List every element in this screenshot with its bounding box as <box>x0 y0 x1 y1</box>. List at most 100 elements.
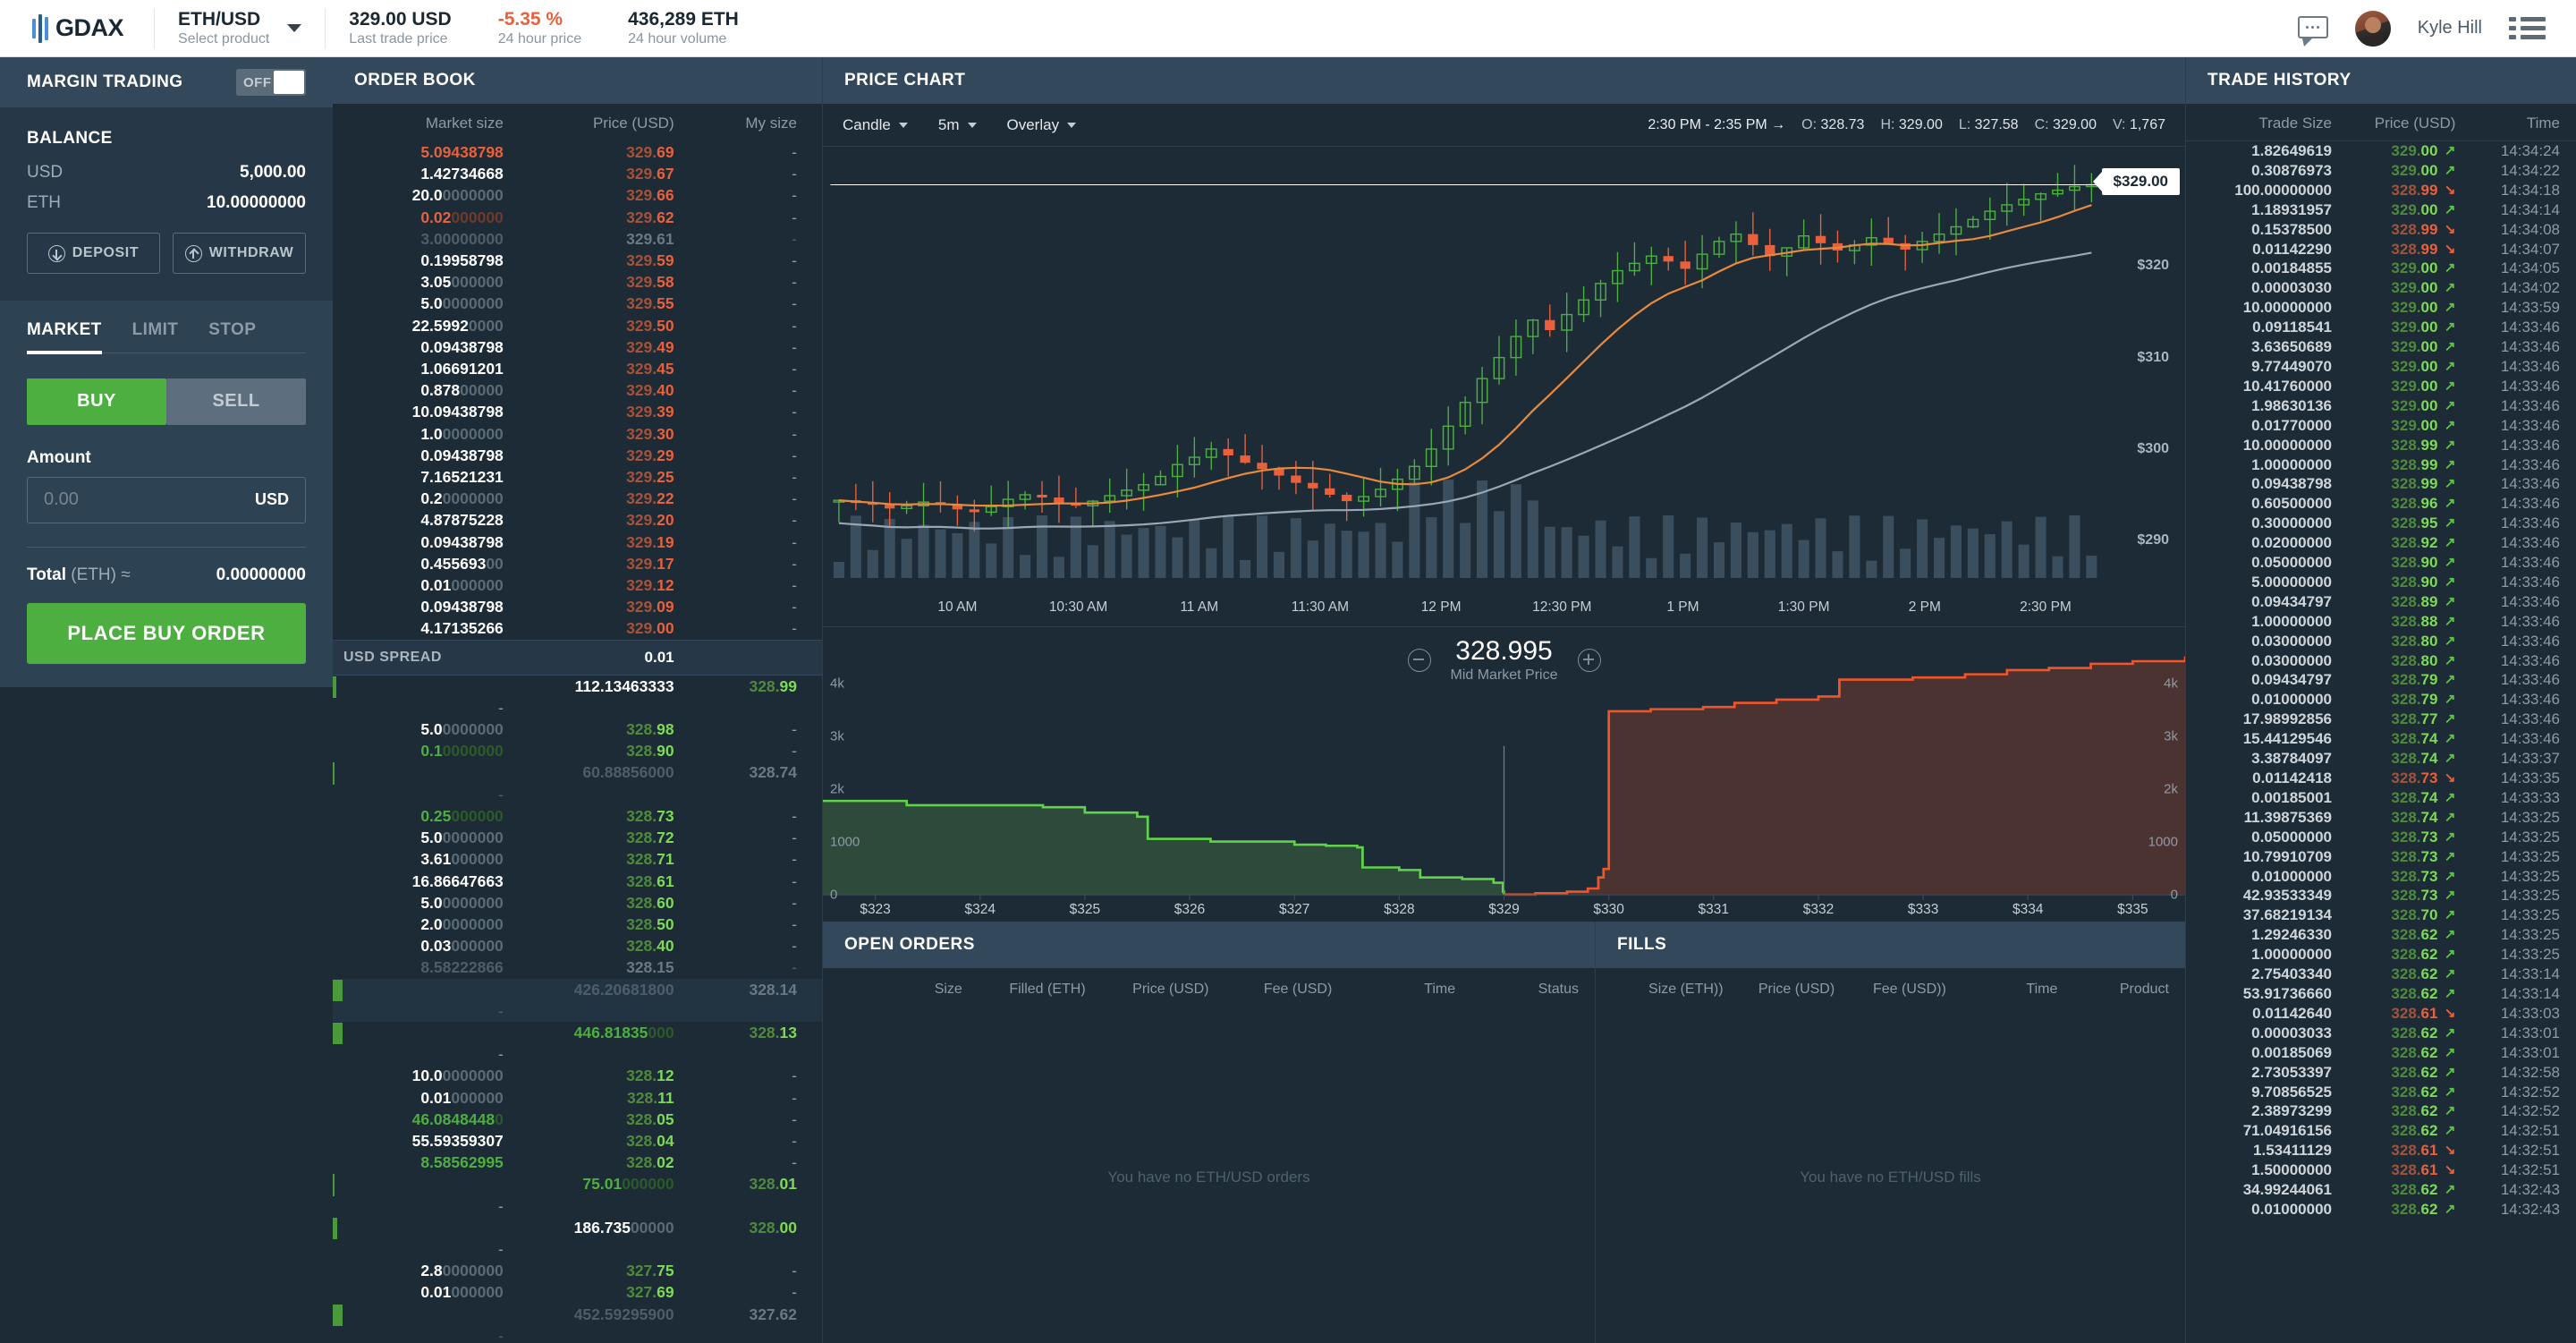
brand-logo[interactable]: GDAX <box>0 13 154 43</box>
trade-time: 14:33:25 <box>2500 926 2560 944</box>
trade-size: 15.44129546 <box>2242 730 2332 748</box>
order-book-row[interactable]: 0.01000000 329.12 - <box>333 574 822 596</box>
order-book-row[interactable]: 446.81835000 328.13 - <box>333 1022 822 1065</box>
chart-overlay-dropdown[interactable]: Overlay <box>1007 116 1077 134</box>
order-book-row[interactable]: 4.17135266 329.00 - <box>333 617 822 639</box>
trade-price: 328.73 ↗ <box>2391 887 2456 905</box>
candlestick-chart[interactable]: $329.00 $320 $310 $300 $290 <box>823 147 2185 594</box>
order-book-row[interactable]: 0.09438798 329.19 - <box>333 531 822 553</box>
order-book-row[interactable]: 10.00000000 328.12 - <box>333 1065 822 1086</box>
user-avatar[interactable] <box>2354 10 2391 47</box>
chevron-down-icon[interactable] <box>287 24 302 32</box>
user-name[interactable]: Kyle Hill <box>2418 18 2482 38</box>
plus-circle-icon[interactable] <box>1577 648 1601 672</box>
order-book-row[interactable]: 1.42734668 329.67 - <box>333 163 822 184</box>
order-book-row[interactable]: 3.05000000 329.58 - <box>333 271 822 293</box>
product-selector[interactable]: ETH/USD Select product <box>155 0 325 57</box>
order-book-row[interactable]: 0.03000000 328.40 - <box>333 935 822 956</box>
order-book-row[interactable]: 2.00000000 328.50 - <box>333 914 822 935</box>
order-book-row[interactable]: 22.59920000 329.50 - <box>333 315 822 336</box>
buy-button[interactable]: BUY <box>27 378 166 425</box>
row-my-size: - <box>792 143 797 161</box>
order-book-row[interactable]: 0.02000000 329.62 - <box>333 207 822 228</box>
order-book-row[interactable]: 0.10000000 328.90 - <box>333 740 822 761</box>
row-price: 328.12 <box>626 1067 674 1085</box>
minus-circle-icon[interactable] <box>1407 648 1431 672</box>
order-book-row[interactable]: 7.16521231 329.25 - <box>333 466 822 488</box>
row-size: 20.00000000 <box>411 186 504 205</box>
order-book-row[interactable]: 60.88856000 328.74 - <box>333 761 822 804</box>
order-book-row[interactable]: 5.00000000 328.98 - <box>333 718 822 740</box>
trade-time: 14:32:51 <box>2500 1142 2560 1160</box>
tab-limit[interactable]: LIMIT <box>132 320 179 354</box>
order-book-row[interactable]: 0.25000000 328.73 - <box>333 805 822 827</box>
row-size: 75.01000000 <box>582 1175 674 1194</box>
order-book-row[interactable]: 112.13463333 328.99 - <box>333 676 822 718</box>
row-size: 0.09438798 <box>420 598 504 616</box>
row-price: 328.90 <box>626 742 674 761</box>
order-book-row[interactable]: 0.87800000 329.40 - <box>333 379 822 401</box>
order-book-row[interactable]: 0.01000000 327.69 - <box>333 1281 822 1303</box>
sell-button[interactable]: SELL <box>166 378 306 425</box>
order-book-row[interactable]: 8.58562995 328.02 - <box>333 1152 822 1173</box>
order-book-row[interactable]: 0.20000000 329.22 - <box>333 488 822 509</box>
order-book-row[interactable]: 3.00000000 329.61 - <box>333 228 822 250</box>
order-book-row[interactable]: 5.00000000 328.72 - <box>333 827 822 848</box>
fills-column: Price (USD) <box>1758 982 1835 997</box>
order-book-row[interactable]: 4.87875228 329.20 - <box>333 509 822 531</box>
order-book-row[interactable]: 0.09438798 329.49 - <box>333 336 822 358</box>
amount-field-wrapper[interactable]: USD <box>27 476 306 523</box>
depth-chart[interactable]: 328.995 Mid Market Price 4k 4k 3k 3k 2k 2k 100… <box>823 626 2185 922</box>
order-book-row[interactable]: 0.09438798 329.09 - <box>333 596 822 617</box>
order-book-row[interactable]: 0.01000000 328.11 - <box>333 1087 822 1109</box>
row-my-size: - <box>497 785 504 803</box>
order-book-row[interactable]: 75.01000000 328.01 - <box>333 1173 822 1216</box>
row-my-size: - <box>792 468 797 487</box>
trade-size: 0.00185069 <box>2251 1043 2332 1061</box>
order-book-row[interactable]: 0.09438798 329.29 - <box>333 445 822 466</box>
chart-x-tick: 12 PM <box>1420 599 1462 615</box>
trade-size: 0.03000000 <box>2251 632 2332 650</box>
order-book-row[interactable]: 20.00000000 329.66 - <box>333 184 822 206</box>
order-book-row[interactable]: 452.59295900 327.62 - <box>333 1304 822 1343</box>
order-book-row[interactable]: 3.61000000 328.71 - <box>333 848 822 870</box>
withdraw-button[interactable]: WITHDRAW <box>173 233 306 274</box>
order-book-row[interactable]: 426.20681800 328.14 - <box>333 978 822 1022</box>
order-book-row[interactable]: 16.86647663 328.61 - <box>333 871 822 892</box>
place-order-button[interactable]: PLACE BUY ORDER <box>27 602 306 664</box>
chart-interval-dropdown[interactable]: 5m <box>938 116 977 134</box>
order-book-row[interactable]: 0.45569300 329.17 - <box>333 553 822 574</box>
order-book-row[interactable]: 5.00000000 328.60 - <box>333 892 822 914</box>
order-book-row[interactable]: 8.58222866 328.15 - <box>333 956 822 978</box>
amount-input[interactable] <box>44 489 191 510</box>
trade-history-row: 71.04916156 328.62 ↗ 14:32:51 <box>2186 1121 2576 1141</box>
chat-bubble-icon[interactable] <box>2297 16 2328 47</box>
order-book-row[interactable]: 0.19958798 329.59 - <box>333 250 822 271</box>
deposit-button[interactable]: DEPOSIT <box>27 233 160 274</box>
order-book-row[interactable]: 55.59359307 328.04 - <box>333 1130 822 1152</box>
trade-size: 3.38784097 <box>2251 750 2332 768</box>
ohlc-open-key: O: <box>1801 116 1818 132</box>
order-book-row[interactable]: 10.09438798 329.39 - <box>333 401 822 422</box>
order-book-row[interactable]: 186.73500000 328.00 - <box>333 1217 822 1260</box>
order-book-row[interactable]: 1.06691201 329.45 - <box>333 358 822 379</box>
order-book-row[interactable]: 5.00000000 329.55 - <box>333 293 822 314</box>
product-name: ETH/USD <box>178 9 261 30</box>
balance-amount: 10.00000000 <box>207 193 306 212</box>
order-book-row[interactable]: 2.80000000 327.75 - <box>333 1260 822 1281</box>
trade-history-row: 0.09434797 328.79 ↗ 14:33:46 <box>2186 670 2576 690</box>
chart-type-dropdown[interactable]: Candle <box>843 116 908 134</box>
row-size: 0.10000000 <box>420 742 504 761</box>
row-price: 328.14 <box>749 980 797 999</box>
order-book-row[interactable]: 1.00000000 329.30 - <box>333 423 822 445</box>
tab-stop[interactable]: STOP <box>208 320 256 354</box>
order-book-row[interactable]: 46.08484480 328.05 - <box>333 1109 822 1130</box>
chart-overlay-label: Overlay <box>1006 115 1060 133</box>
order-book-row[interactable]: 5.09438798 329.69 - <box>333 141 822 163</box>
margin-trading-toggle[interactable]: OFF <box>236 69 306 96</box>
tab-market[interactable]: MARKET <box>27 320 102 354</box>
list-menu-icon[interactable] <box>2509 17 2546 39</box>
arrow-up-right-icon: ↗ <box>2444 907 2456 923</box>
arrow-up-right-icon: ↗ <box>2444 476 2456 492</box>
trade-history-row: 0.02000000 328.92 ↗ 14:33:46 <box>2186 533 2576 553</box>
